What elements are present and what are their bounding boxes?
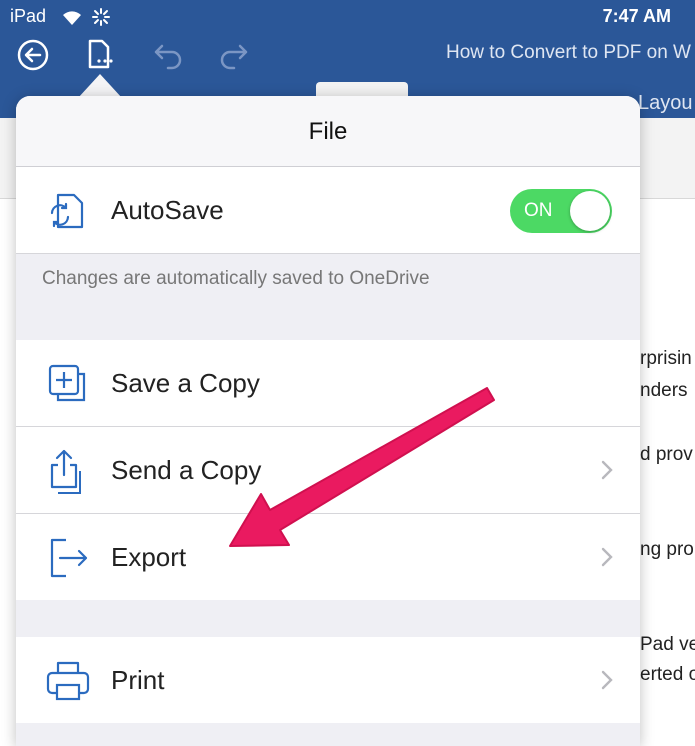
pointer-arrow-annotation [229, 387, 495, 547]
